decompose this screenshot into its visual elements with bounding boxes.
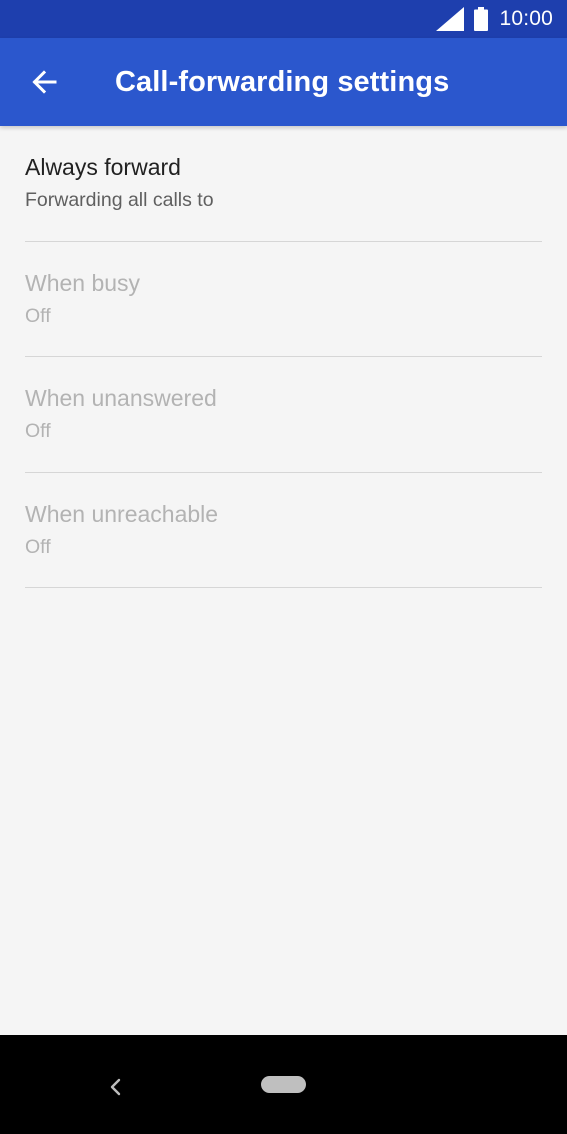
setting-always-forward[interactable]: Always forward Forwarding all calls to — [25, 126, 542, 242]
nav-back-icon[interactable] — [104, 1075, 128, 1099]
setting-subtitle: Off — [25, 420, 51, 442]
battery-icon — [474, 7, 489, 31]
app-bar: Call-forwarding settings — [0, 38, 567, 126]
setting-when-busy[interactable]: When busy Off — [25, 242, 542, 357]
back-button[interactable] — [28, 66, 60, 98]
setting-title: When unanswered — [25, 385, 217, 411]
status-bar: 10:00 — [0, 0, 567, 38]
setting-when-unanswered[interactable]: When unanswered Off — [25, 357, 542, 473]
setting-when-unreachable[interactable]: When unreachable Off — [25, 473, 542, 588]
setting-subtitle: Forwarding all calls to — [25, 189, 214, 211]
call-forwarding-list: Always forward Forwarding all calls to W… — [25, 126, 542, 588]
nav-home-pill-icon[interactable] — [261, 1076, 306, 1093]
status-time: 10:00 — [499, 7, 553, 30]
setting-title: When busy — [25, 269, 141, 296]
setting-subtitle: Off — [25, 535, 51, 558]
arrow-left-icon — [32, 70, 57, 94]
page-title: Call-forwarding settings — [115, 66, 450, 98]
screen: 10:00 Call-forwarding settings Always fo… — [0, 0, 567, 1134]
cell-signal-icon — [436, 7, 465, 31]
setting-subtitle: Off — [25, 304, 51, 327]
setting-title: Always forward — [25, 154, 181, 180]
setting-title: When unreachable — [25, 500, 219, 527]
